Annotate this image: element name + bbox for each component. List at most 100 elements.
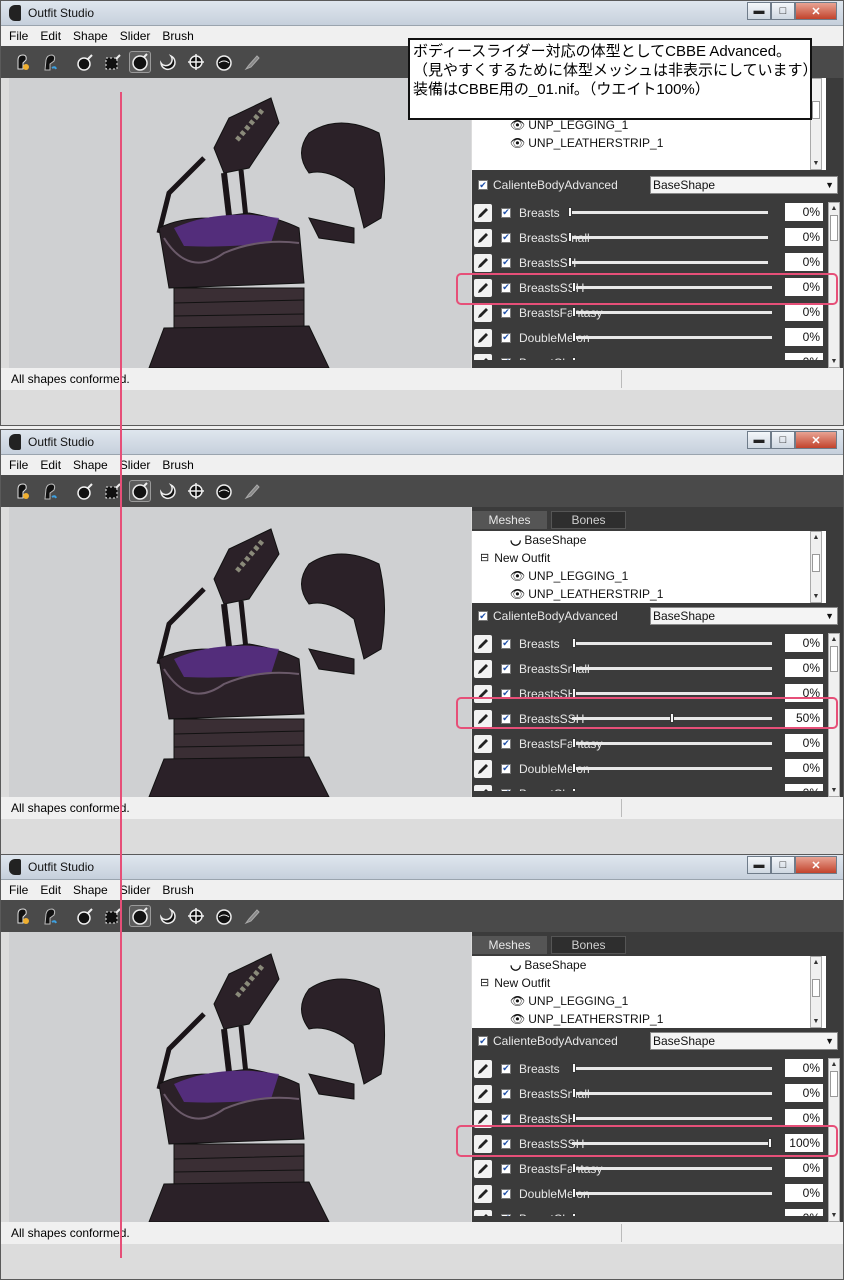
minimize-button[interactable]: ▬ [747,2,771,20]
slider-knob[interactable] [572,1188,576,1198]
slider-value-field[interactable]: 0% [785,784,823,791]
inflate-brush-icon[interactable] [129,51,151,73]
edit-slider-pencil-icon[interactable] [474,203,492,222]
menu-file[interactable]: File [9,883,28,897]
slider-set-checkbox[interactable]: ✔ [478,1036,488,1046]
menu-slider[interactable]: Slider [120,29,151,43]
anchor-icon[interactable] [39,480,61,502]
slider-visible-checkbox[interactable]: ✔ [501,282,511,293]
slider-track[interactable] [572,1113,772,1123]
edit-slider-pencil-icon[interactable] [474,1109,492,1128]
move-brush-icon[interactable] [185,480,207,502]
slider-track[interactable] [568,257,768,267]
slider-knob[interactable] [572,1113,576,1123]
menu-file[interactable]: File [9,29,28,43]
slider-track[interactable] [572,663,772,673]
slider-scrollbar[interactable]: ▲ ▼ [828,633,840,797]
slider-track[interactable] [572,638,772,648]
eye-icon[interactable]: 👁 [510,992,525,1010]
3d-viewport[interactable] [9,507,471,797]
slider-value-field[interactable]: 50% [785,709,823,727]
slider-knob[interactable] [768,1138,772,1148]
edit-slider-pencil-icon[interactable] [474,1084,492,1103]
slider-knob[interactable] [572,332,576,342]
menu-brush[interactable]: Brush [162,29,193,43]
menu-edit[interactable]: Edit [40,458,61,472]
maximize-button[interactable]: □ [771,856,795,874]
slider-visible-checkbox[interactable]: ✔ [501,1138,511,1149]
slider-track[interactable] [572,713,772,723]
edit-slider-pencil-icon[interactable] [474,709,492,728]
edit-slider-pencil-icon[interactable] [474,734,492,753]
slider-value-field[interactable]: 0% [785,659,823,677]
edit-slider-pencil-icon[interactable] [474,759,492,778]
slider-knob[interactable] [572,663,576,673]
deflate-brush-icon[interactable] [157,51,179,73]
deflate-brush-icon[interactable] [157,905,179,927]
slider-visible-checkbox[interactable]: ✔ [501,713,511,724]
slider-visible-checkbox[interactable]: ✔ [501,1063,511,1074]
slider-knob[interactable] [568,207,572,217]
slider-track[interactable] [572,282,772,292]
slider-visible-checkbox[interactable]: ✔ [501,688,511,699]
collapse-icon[interactable]: ⊟ [480,549,489,567]
edit-slider-pencil-icon[interactable] [474,1059,492,1078]
edit-slider-pencil-icon[interactable] [474,634,492,653]
tree-scrollbar[interactable]: ▲ ▼ [810,956,822,1028]
slider-visible-checkbox[interactable]: ✔ [501,1088,511,1099]
slider-visible-checkbox[interactable]: ✔ [501,738,511,749]
slider-value-field[interactable]: 0% [785,253,823,271]
inflate-brush-icon[interactable] [129,905,151,927]
slider-scrollbar[interactable]: ▲ ▼ [828,202,840,368]
edit-slider-pencil-icon[interactable] [474,278,492,297]
slider-track[interactable] [572,738,772,748]
slider-value-field[interactable]: 0% [785,634,823,652]
menu-shape[interactable]: Shape [73,29,108,43]
slider-knob[interactable] [572,1213,576,1216]
smooth-brush-icon[interactable] [213,480,235,502]
shape-select[interactable]: BaseShape ▼ [650,176,838,194]
tree-item-unp_leatherstrip_1[interactable]: 👁 UNP_LEATHERSTRIP_1 [472,134,826,152]
tree-item-unp_legging_1[interactable]: 👁 UNP_LEGGING_1 [472,567,826,585]
menu-slider[interactable]: Slider [120,883,151,897]
edit-slider-pencil-icon[interactable] [474,684,492,703]
slider-knob[interactable] [572,1163,576,1173]
shape-select[interactable]: BaseShape ▼ [650,607,838,625]
3d-viewport[interactable] [9,78,471,368]
slider-knob[interactable] [670,713,674,723]
tree-item-unp_leatherstrip_1[interactable]: 👁 UNP_LEATHERSTRIP_1 [472,1010,826,1028]
shape-select[interactable]: BaseShape ▼ [650,1032,838,1050]
edit-slider-pencil-icon[interactable] [474,303,492,322]
slider-value-field[interactable]: 0% [785,278,823,296]
slider-visible-checkbox[interactable]: ✔ [501,638,511,649]
slider-value-field[interactable]: 0% [785,1159,823,1177]
edit-slider-pencil-icon[interactable] [474,1184,492,1203]
mask-brush-icon[interactable] [101,51,123,73]
title-bar[interactable]: Outfit Studio ▬ □ ✕ [1,1,843,26]
slider-track[interactable] [572,307,772,317]
slider-visible-checkbox[interactable]: ✔ [501,1163,511,1174]
slider-visible-checkbox[interactable]: ✔ [501,332,511,343]
slider-track[interactable] [572,1188,772,1198]
eye-icon[interactable]: 👁 [510,1010,525,1028]
slider-value-field[interactable]: 0% [785,759,823,777]
move-brush-icon[interactable] [185,905,207,927]
slider-knob[interactable] [572,307,576,317]
title-bar[interactable]: Outfit Studio ▬ □ ✕ [1,855,843,880]
tab-bones[interactable]: Bones [551,936,626,954]
tree-item-baseshape[interactable]: ◡ BaseShape [472,531,826,549]
preset-icon[interactable] [11,480,33,502]
slider-value-field[interactable]: 0% [785,1184,823,1202]
eye-icon[interactable]: 👁 [510,585,525,603]
select-brush-icon[interactable] [73,480,95,502]
tab-meshes[interactable]: Meshes [472,936,547,954]
slider-track[interactable] [572,688,772,698]
slider-track[interactable] [572,332,772,342]
edit-slider-pencil-icon[interactable] [474,253,492,272]
smooth-brush-icon[interactable] [213,51,235,73]
slider-visible-checkbox[interactable]: ✔ [501,1188,511,1199]
anchor-icon[interactable] [39,51,61,73]
slider-knob[interactable] [572,788,576,791]
deflate-brush-icon[interactable] [157,480,179,502]
slider-visible-checkbox[interactable]: ✔ [501,1113,511,1124]
